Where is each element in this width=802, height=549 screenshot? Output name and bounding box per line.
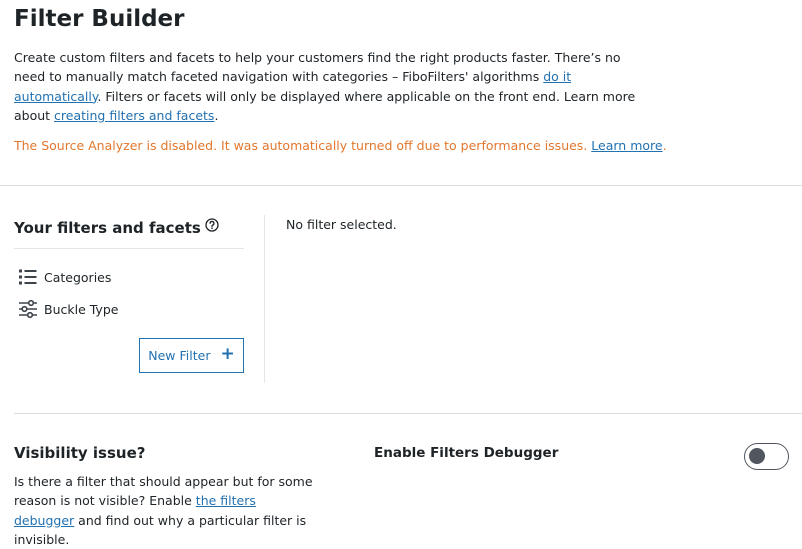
question-circle-icon[interactable] [205,218,219,232]
visibility-text-part-1: Is there a filter that should appear but… [14,474,313,509]
intro-text: Create custom filters and facets to help… [14,48,644,125]
filters-panel-heading: Your filters and facets [14,218,219,237]
filter-item-buckle-type[interactable]: Buckle Type [18,299,118,319]
debugger-toggle[interactable] [744,443,789,470]
intro-text-part-1: Create custom filters and facets to help… [14,50,621,85]
new-filter-button[interactable]: New Filter + [139,338,244,373]
filter-item-categories[interactable]: Categories [18,267,111,287]
visibility-text: Is there a filter that should appear but… [14,472,314,549]
creating-filters-link[interactable]: creating filters and facets [54,108,214,123]
no-filter-message: No filter selected. [286,217,397,232]
panel-divider [264,215,265,383]
learn-more-link[interactable]: Learn more [591,138,662,153]
filters-panel-rule [14,248,244,249]
warning-text: The Source Analyzer is disabled. It was … [14,138,592,153]
source-analyzer-warning: The Source Analyzer is disabled. It was … [14,136,667,155]
header-divider [0,185,802,186]
debugger-label: Enable Filters Debugger [374,445,559,461]
list-icon [18,267,38,287]
plus-icon: + [220,344,235,364]
new-filter-label: New Filter [148,348,211,363]
filter-item-label: Categories [44,269,112,285]
intro-text-part-3: . [214,107,219,123]
filter-item-label: Buckle Type [44,301,119,317]
page-title: Filter Builder [14,6,185,32]
toggle-knob [749,448,765,464]
warning-text-end: . [662,138,667,153]
filters-panel-title: Your filters and facets [14,219,201,237]
section-divider [14,413,802,414]
sliders-icon [18,299,38,319]
visibility-title: Visibility issue? [14,444,146,462]
